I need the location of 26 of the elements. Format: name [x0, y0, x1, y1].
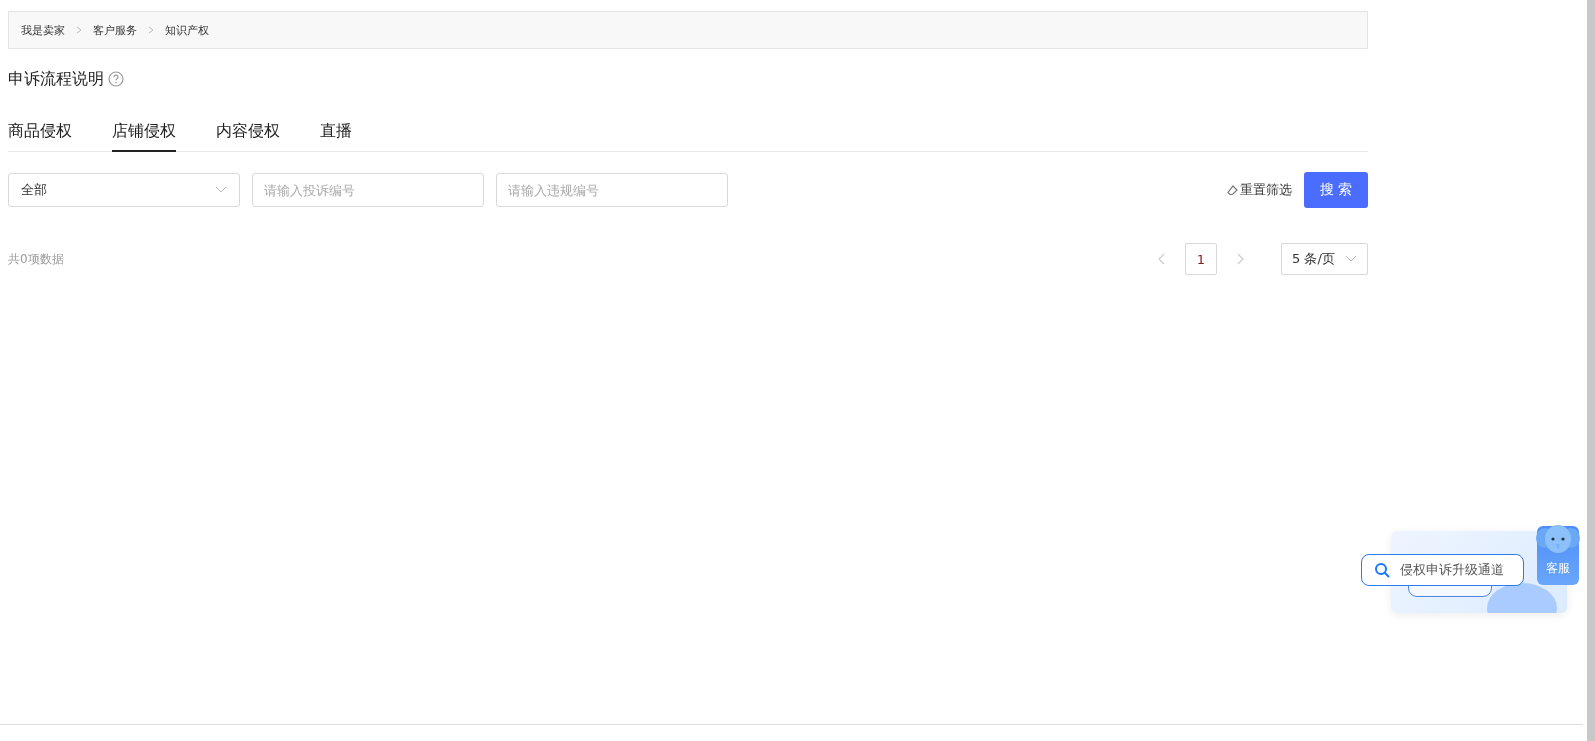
chevron-icon [147, 26, 155, 34]
eraser-icon [1227, 184, 1238, 196]
violation-number-field[interactable]: 请输入违规编号 [496, 173, 728, 207]
breadcrumb-link[interactable]: 我是卖家 [21, 22, 65, 38]
help-icon[interactable] [108, 71, 124, 87]
page-title: 申诉流程说明 [8, 68, 104, 90]
category-select[interactable]: 全部 [8, 173, 240, 207]
chevron-icon [75, 26, 83, 34]
page-size-select[interactable]: 5 条/页 [1281, 243, 1368, 275]
tab[interactable]: 内容侵权 [216, 117, 280, 152]
dropdown-caret-icon [1345, 255, 1357, 263]
search-button[interactable]: 搜 索 [1304, 172, 1368, 208]
elephant-icon [1536, 524, 1580, 556]
scrollbar[interactable] [1587, 0, 1595, 741]
complaint-number-field[interactable]: 请输入投诉编号 [252, 173, 484, 207]
total-count: 共0项数据 [8, 250, 64, 268]
reset-filter-button[interactable]: 重置筛选 [1227, 181, 1292, 199]
breadcrumb-link[interactable]: 知识产权 [165, 22, 209, 38]
tab[interactable]: 商品侵权 [8, 117, 72, 152]
tab[interactable]: 直播 [320, 117, 352, 152]
breadcrumb-link[interactable]: 客户服务 [93, 22, 137, 38]
appeal-channel-button[interactable]: 侵权申诉升级通道 [1361, 554, 1524, 586]
search-icon [1374, 562, 1390, 578]
dropdown-caret-icon [215, 186, 227, 194]
tab[interactable]: 店铺侵权 [112, 117, 176, 152]
page-button[interactable]: 1 [1185, 243, 1217, 275]
